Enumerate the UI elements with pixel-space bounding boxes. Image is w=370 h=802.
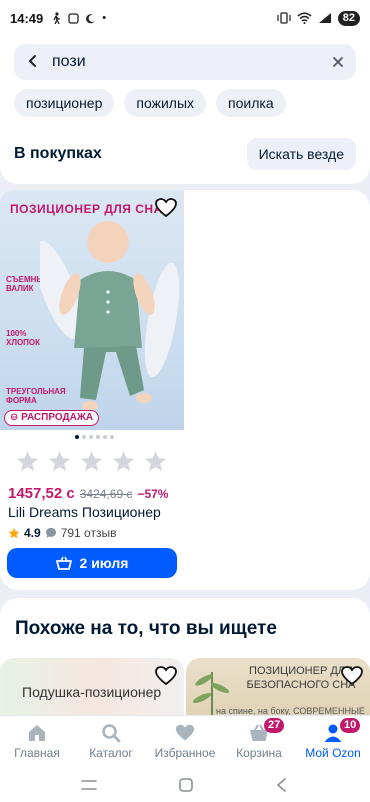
star-icon[interactable]: [48, 450, 71, 472]
pager-dot: [82, 435, 86, 439]
pager-dot: [89, 435, 93, 439]
signal-icon: [318, 13, 331, 23]
close-icon[interactable]: [332, 52, 344, 73]
bottom-tab-bar: Главная Каталог Избранное 27 Корзина 10 …: [0, 715, 370, 767]
tab-catalog[interactable]: Каталог: [74, 716, 148, 767]
home-icon: [29, 725, 45, 741]
search-bar[interactable]: [14, 44, 356, 80]
product-image-title: ПОЗИЦИОНЕР ДЛЯ СНА: [10, 202, 163, 216]
image-pager: [75, 435, 114, 439]
product-card[interactable]: ПОЗИЦИОНЕР ДЛЯ СНА СЪЕМНЫЙ ВАЛИК 100% ХЛ…: [0, 190, 184, 578]
cart-count-badge: 27: [264, 718, 285, 733]
tab-favorites[interactable]: Избранное: [148, 716, 222, 767]
battery-indicator: 82: [337, 10, 360, 26]
similar-title: Похоже на то, что вы ищете: [15, 618, 277, 639]
purchases-title: В покупках: [14, 145, 102, 162]
comment-icon: [45, 527, 56, 538]
moon-icon: [86, 13, 95, 23]
walk-icon: [53, 12, 61, 24]
rate-stars: [16, 450, 167, 472]
pager-dot: [110, 435, 114, 439]
purchases-results: ПОЗИЦИОНЕР ДЛЯ СНА СЪЕМНЫЙ ВАЛИК 100% ХЛ…: [0, 190, 370, 590]
rating-row[interactable]: 4.9 791 отзыв: [8, 526, 116, 540]
heart-icon[interactable]: [154, 664, 178, 688]
home-button-icon[interactable]: [178, 777, 194, 793]
heart-icon[interactable]: [340, 664, 364, 688]
tab-label: Избранное: [154, 746, 216, 760]
baby-positioner-illustration: [40, 221, 180, 411]
tab-label: Главная: [14, 746, 60, 760]
back-arrow-icon[interactable]: [274, 777, 290, 793]
star-icon[interactable]: [16, 450, 39, 472]
star-icon[interactable]: [112, 450, 135, 472]
status-bar: 14:49 • 82: [0, 0, 370, 36]
sale-badge-label: РАСПРОДАЖА: [21, 412, 94, 423]
heart-icon[interactable]: [154, 196, 178, 220]
star-icon[interactable]: [80, 450, 103, 472]
pager-dot-active: [75, 435, 79, 439]
tab-label: Каталог: [89, 746, 133, 760]
discount-label: −57%: [137, 487, 169, 501]
reviews-count: 791 отзыв: [60, 526, 117, 540]
heart-icon: [175, 724, 195, 741]
tab-label: Корзина: [236, 746, 282, 760]
notifications-badge: 10: [340, 718, 361, 733]
rating-value: 4.9: [24, 526, 41, 540]
status-time: 14:49: [10, 10, 44, 26]
search-input[interactable]: [48, 53, 332, 71]
current-price: 1457,52 с: [8, 485, 75, 502]
dot-icon: •: [102, 12, 107, 24]
suggestion-chip[interactable]: позиционер: [14, 89, 115, 117]
pager-dot: [96, 435, 100, 439]
search-suggestions: позиционер пожилых поилка: [14, 89, 286, 117]
sale-badge-icon: ⊖: [10, 412, 19, 423]
wifi-icon: [297, 12, 312, 24]
delivery-date: 2 июля: [79, 555, 129, 571]
tab-home[interactable]: Главная: [0, 716, 74, 767]
arrow-left-icon[interactable]: [26, 52, 48, 73]
vibrate-icon: [277, 12, 291, 24]
pager-dot: [103, 435, 107, 439]
search-icon: [102, 724, 121, 743]
tab-cart[interactable]: 27 Корзина: [222, 716, 296, 767]
search-everywhere-button[interactable]: Искать везде: [246, 138, 356, 170]
recent-apps-icon[interactable]: [80, 777, 98, 793]
price-row: 1457,52 с 3424,69 с −57%: [8, 485, 168, 502]
basket-icon: [55, 556, 72, 570]
sale-badge: ⊖ РАСПРОДАЖА: [4, 410, 100, 426]
similar-product-card[interactable]: Подушка-позиционер: [0, 658, 184, 718]
system-nav-bar: [0, 767, 370, 802]
tab-label: Мой Ozon: [305, 746, 361, 760]
product-name[interactable]: Lili Dreams Позиционер: [8, 504, 161, 520]
signal-dot-icon: [68, 12, 79, 24]
similar-product-image-text: Подушка-позиционер: [22, 684, 162, 700]
old-price: 3424,69 с: [79, 487, 133, 501]
product-image[interactable]: ПОЗИЦИОНЕР ДЛЯ СНА СЪЕМНЫЙ ВАЛИК 100% ХЛ…: [0, 190, 184, 430]
similar-product-card[interactable]: ПОЗИЦИОНЕР ДЛЯ БЕЗОПАСНОГО СНА на спине,…: [186, 658, 370, 718]
tab-my-ozon[interactable]: 10 Мой Ozon: [296, 716, 370, 767]
add-to-cart-button[interactable]: 2 июля: [7, 548, 177, 578]
suggestion-chip[interactable]: пожилых: [124, 89, 207, 117]
star-icon[interactable]: [144, 450, 167, 472]
suggestion-chip[interactable]: поилка: [216, 89, 286, 117]
purchases-header: В покупках Искать везде: [14, 138, 356, 170]
search-header: позиционер пожилых поилка В покупках Иск…: [0, 36, 370, 184]
star-filled-icon: [8, 527, 20, 539]
